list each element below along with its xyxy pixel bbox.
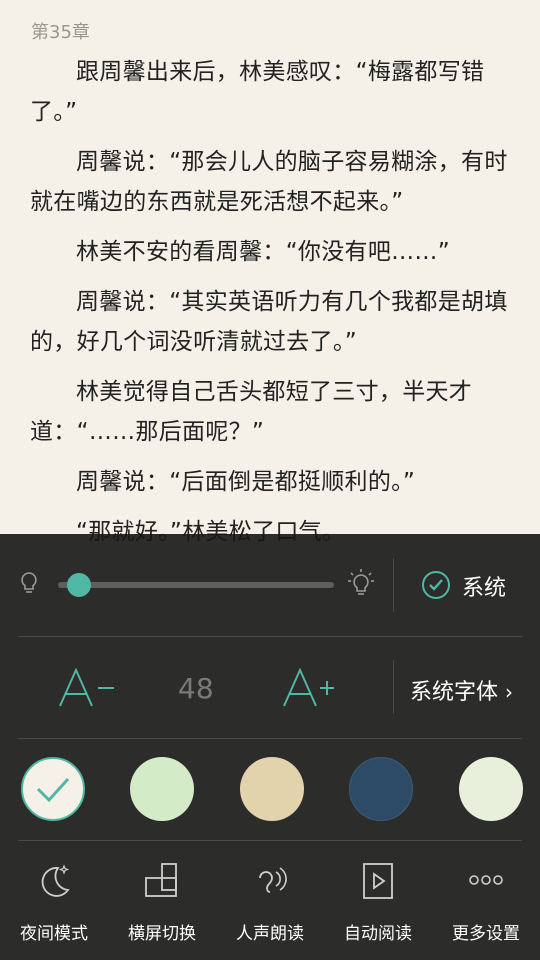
system-brightness-label[interactable]: 系统 <box>462 570 506 602</box>
theme-swatch-mint[interactable] <box>459 757 523 821</box>
theme-swatch-default[interactable] <box>21 757 85 821</box>
font-family-label: 系统字体 <box>410 680 499 705</box>
night-mode-button[interactable]: 夜间模式 <box>9 855 99 944</box>
auto-read-button[interactable]: 自动阅读 <box>333 855 423 944</box>
more-settings-label: 更多设置 <box>452 924 520 944</box>
check-icon <box>429 579 443 591</box>
more-settings-button[interactable]: 更多设置 <box>441 855 531 944</box>
theme-swatch-green[interactable] <box>130 757 194 821</box>
font-family-link[interactable]: 系统字体 › <box>410 674 513 706</box>
auto-read-label: 自动阅读 <box>344 924 412 944</box>
more-icon <box>441 855 531 905</box>
paragraph: 周馨说：“后面倒是都挺顺利的。” <box>76 469 416 495</box>
auto-read-icon <box>333 855 423 905</box>
brightness-low-icon <box>18 570 40 602</box>
rotate-screen-button[interactable]: 横屏切换 <box>117 855 207 944</box>
brightness-high-icon <box>346 568 376 604</box>
paragraph: 周馨说：“其实英语听力有几个我都是胡填的，好几个词没听清就过去了。” <box>30 289 508 355</box>
chevron-right-icon: › <box>505 680 514 704</box>
brightness-slider-thumb[interactable] <box>67 573 91 597</box>
moon-icon <box>9 855 99 905</box>
paragraph: 林美不安的看周馨：“你没有吧……” <box>76 239 450 265</box>
paragraph: 林美觉得自己舌头都短了三寸，半天才道：“……那后面呢？” <box>30 379 473 445</box>
font-size-value: 48 <box>178 672 214 705</box>
brightness-slider[interactable] <box>58 582 334 588</box>
voice-read-label: 人声朗读 <box>236 924 304 944</box>
system-brightness-checkbox[interactable] <box>422 571 450 599</box>
theme-swatch-navy[interactable] <box>349 757 413 821</box>
font-increase-button[interactable] <box>282 667 342 712</box>
voice-read-button[interactable]: 人声朗读 <box>225 855 315 944</box>
rotate-screen-label: 横屏切换 <box>128 924 196 944</box>
voice-read-icon <box>225 855 315 905</box>
paragraph: 周馨说：“那会儿人的脑子容易糊涂，有时就在嘴边的东西就是死活想不起来。” <box>30 149 508 215</box>
rotate-screen-icon <box>117 855 207 905</box>
paragraph: 跟周馨出来后，林美感叹：“梅露都写错了。” <box>30 59 485 125</box>
chapter-title: 第35章 <box>31 22 90 43</box>
night-mode-label: 夜间模式 <box>20 924 88 944</box>
check-icon <box>36 777 70 803</box>
reader-content: 跟周馨出来后，林美感叹：“梅露都写错了。” 周馨说：“那会儿人的脑子容易糊涂，有… <box>30 52 510 562</box>
font-decrease-button[interactable] <box>58 667 118 712</box>
theme-swatch-tan[interactable] <box>240 757 304 821</box>
